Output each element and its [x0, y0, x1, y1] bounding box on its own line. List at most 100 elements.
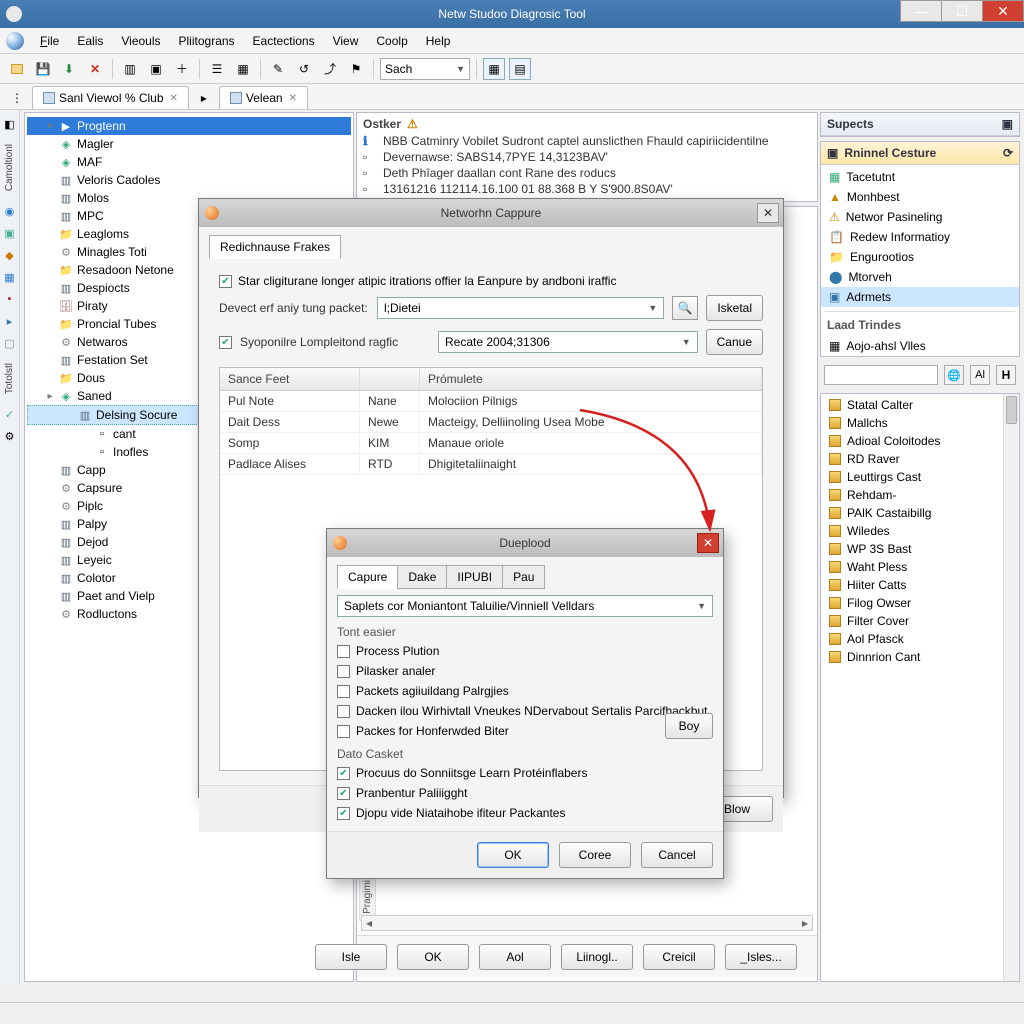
- mode-al-button[interactable]: Al: [970, 365, 990, 385]
- list-item[interactable]: RD Raver: [821, 450, 1003, 468]
- menu-file[interactable]: File: [32, 31, 67, 51]
- delete-icon[interactable]: ✕: [84, 58, 106, 80]
- col-header[interactable]: Sance Feet: [220, 368, 360, 390]
- expand-icon[interactable]: ▾: [45, 121, 55, 132]
- panel-item[interactable]: 📁Engurootios: [821, 247, 1019, 267]
- list-item[interactable]: Adioal Coloitodes: [821, 432, 1003, 450]
- list-item[interactable]: Statal Calter: [821, 396, 1003, 414]
- checkbox[interactable]: ✔: [337, 787, 350, 800]
- checkbox[interactable]: ✔: [337, 767, 350, 780]
- panel-item[interactable]: ▦Tacetutnt: [821, 167, 1019, 187]
- table-row[interactable]: Pul NoteNaneMolociion Pilnigs: [220, 391, 762, 412]
- tab-velean[interactable]: Velean ✕: [219, 86, 308, 109]
- checkbox[interactable]: [337, 705, 350, 718]
- filter-combo[interactable]: [824, 365, 938, 385]
- checkbox[interactable]: ✔: [219, 336, 232, 349]
- items-list[interactable]: Statal CalterMallchsAdioal ColoitodesRD …: [820, 393, 1020, 982]
- panel-foot-item[interactable]: ▦ Aojo-ahsl Vlles: [821, 336, 1019, 356]
- export-icon[interactable]: ⬇: [58, 58, 80, 80]
- dialog-close-button[interactable]: ✕: [697, 533, 719, 553]
- tree-item[interactable]: ▥Veloris Cadoles: [27, 171, 351, 189]
- run-icon[interactable]: ▣: [145, 58, 167, 80]
- list-item[interactable]: Filog Owser: [821, 594, 1003, 612]
- open-icon[interactable]: [6, 58, 28, 80]
- list-item[interactable]: Leuttirgs Cast: [821, 468, 1003, 486]
- menu-help[interactable]: Help: [418, 31, 459, 51]
- add-icon[interactable]: ＋: [171, 58, 193, 80]
- tool-c-icon[interactable]: ⤴: [319, 58, 341, 80]
- maximize-button[interactable]: ☐: [941, 0, 983, 22]
- panel-menu-icon[interactable]: ▣: [1002, 117, 1013, 131]
- layout-icon[interactable]: ▥: [119, 58, 141, 80]
- dialog-titlebar[interactable]: Networhn Cappure ✕: [199, 199, 783, 227]
- list-item[interactable]: Wiledes: [821, 522, 1003, 540]
- boy-button[interactable]: Boy: [665, 713, 713, 739]
- menu-eactections[interactable]: Eactections: [245, 31, 323, 51]
- dialog-tab[interactable]: Pau: [502, 565, 545, 589]
- list-item[interactable]: Hiiter Catts: [821, 576, 1003, 594]
- checkbox[interactable]: ✔: [219, 275, 232, 288]
- coree-button[interactable]: Coree: [559, 842, 631, 868]
- ok-button[interactable]: OK: [477, 842, 549, 868]
- rail-icon[interactable]: ◧: [2, 116, 18, 132]
- menu-ealis[interactable]: Ealis: [69, 31, 111, 51]
- dialog-tab[interactable]: Dake: [397, 565, 447, 589]
- panel-item[interactable]: ▣Adrmets: [821, 287, 1019, 307]
- rail-icon[interactable]: ◆: [2, 247, 18, 263]
- rail-icon[interactable]: ▪: [2, 291, 18, 307]
- app-orb-icon[interactable]: [6, 32, 24, 50]
- mode-b-icon[interactable]: ▤: [509, 58, 531, 80]
- search-icon[interactable]: 🔍: [672, 296, 698, 320]
- tab-sanl-viewol[interactable]: Sanl Viewol % Club ✕: [32, 86, 189, 109]
- liinogl-button[interactable]: Liinogl..: [561, 944, 633, 970]
- list-item[interactable]: WP 3S Bast: [821, 540, 1003, 558]
- tree-item[interactable]: ▾▶Progtenn: [27, 117, 351, 135]
- tool-d-icon[interactable]: ⚑: [345, 58, 367, 80]
- save-icon[interactable]: 💾: [32, 58, 54, 80]
- dialog-titlebar[interactable]: Dueplood ✕: [327, 529, 723, 557]
- table-row[interactable]: Padlace AlisesRTDDhigitetaliinaight: [220, 454, 762, 475]
- list-item[interactable]: Aol Pfasck: [821, 630, 1003, 648]
- checkbox[interactable]: [337, 645, 350, 658]
- globe-icon[interactable]: 🌐: [944, 365, 964, 385]
- panel-item[interactable]: 📋Redew Informatioy: [821, 227, 1019, 247]
- panel-item[interactable]: ⬤Mtorveh: [821, 267, 1019, 287]
- ok-button[interactable]: OK: [397, 944, 469, 970]
- tool-b-icon[interactable]: ↺: [293, 58, 315, 80]
- menu-pliitograns[interactable]: Pliitograns: [171, 31, 243, 51]
- tabs-menu-icon[interactable]: ⋮: [6, 87, 28, 109]
- horizontal-scrollbar[interactable]: ◂▸: [361, 915, 813, 931]
- col-header[interactable]: Prómulete: [420, 368, 762, 390]
- isle-button[interactable]: Isle: [315, 944, 387, 970]
- dialog-tab[interactable]: Capure: [337, 565, 398, 589]
- checkbox[interactable]: [337, 725, 350, 738]
- canue-button[interactable]: Canue: [706, 329, 763, 355]
- mode-h-button[interactable]: H: [996, 365, 1016, 385]
- list-item[interactable]: PAlK Castaibillg: [821, 504, 1003, 522]
- rail-icon[interactable]: ▦: [2, 269, 18, 285]
- expand-icon[interactable]: ▸: [45, 391, 55, 402]
- list-item[interactable]: Filter Cover: [821, 612, 1003, 630]
- packet-combo[interactable]: l;Dietei ▼: [377, 297, 664, 319]
- checkbox[interactable]: [337, 665, 350, 678]
- checkbox[interactable]: ✔: [337, 807, 350, 820]
- table-row[interactable]: SompKIMManaue oriole: [220, 433, 762, 454]
- menu-view[interactable]: View: [325, 31, 367, 51]
- rail-icon[interactable]: ✓: [2, 406, 18, 422]
- rail-icon[interactable]: ⚙: [2, 428, 18, 444]
- col-header[interactable]: [360, 368, 420, 390]
- refresh-icon[interactable]: ⟳: [1003, 146, 1013, 160]
- panel-item[interactable]: ⚠Networ Pasineling: [821, 207, 1019, 227]
- close-button[interactable]: ✕: [982, 0, 1024, 22]
- list-item[interactable]: Dinnrion Cant: [821, 648, 1003, 666]
- isles-button[interactable]: _Isles...: [725, 944, 797, 970]
- close-tab-icon[interactable]: ✕: [170, 93, 178, 104]
- dialog-tab[interactable]: Redichnause Frakes: [209, 235, 341, 259]
- dialog-tab[interactable]: IIPUBI: [446, 565, 503, 589]
- creicil-button[interactable]: Creicil: [643, 944, 715, 970]
- rail-icon[interactable]: ◉: [2, 203, 18, 219]
- menu-vieouls[interactable]: Vieouls: [113, 31, 168, 51]
- aol-button[interactable]: Aol: [479, 944, 551, 970]
- list-item[interactable]: Rehdam-: [821, 486, 1003, 504]
- tree-item[interactable]: ◈MAF: [27, 153, 351, 171]
